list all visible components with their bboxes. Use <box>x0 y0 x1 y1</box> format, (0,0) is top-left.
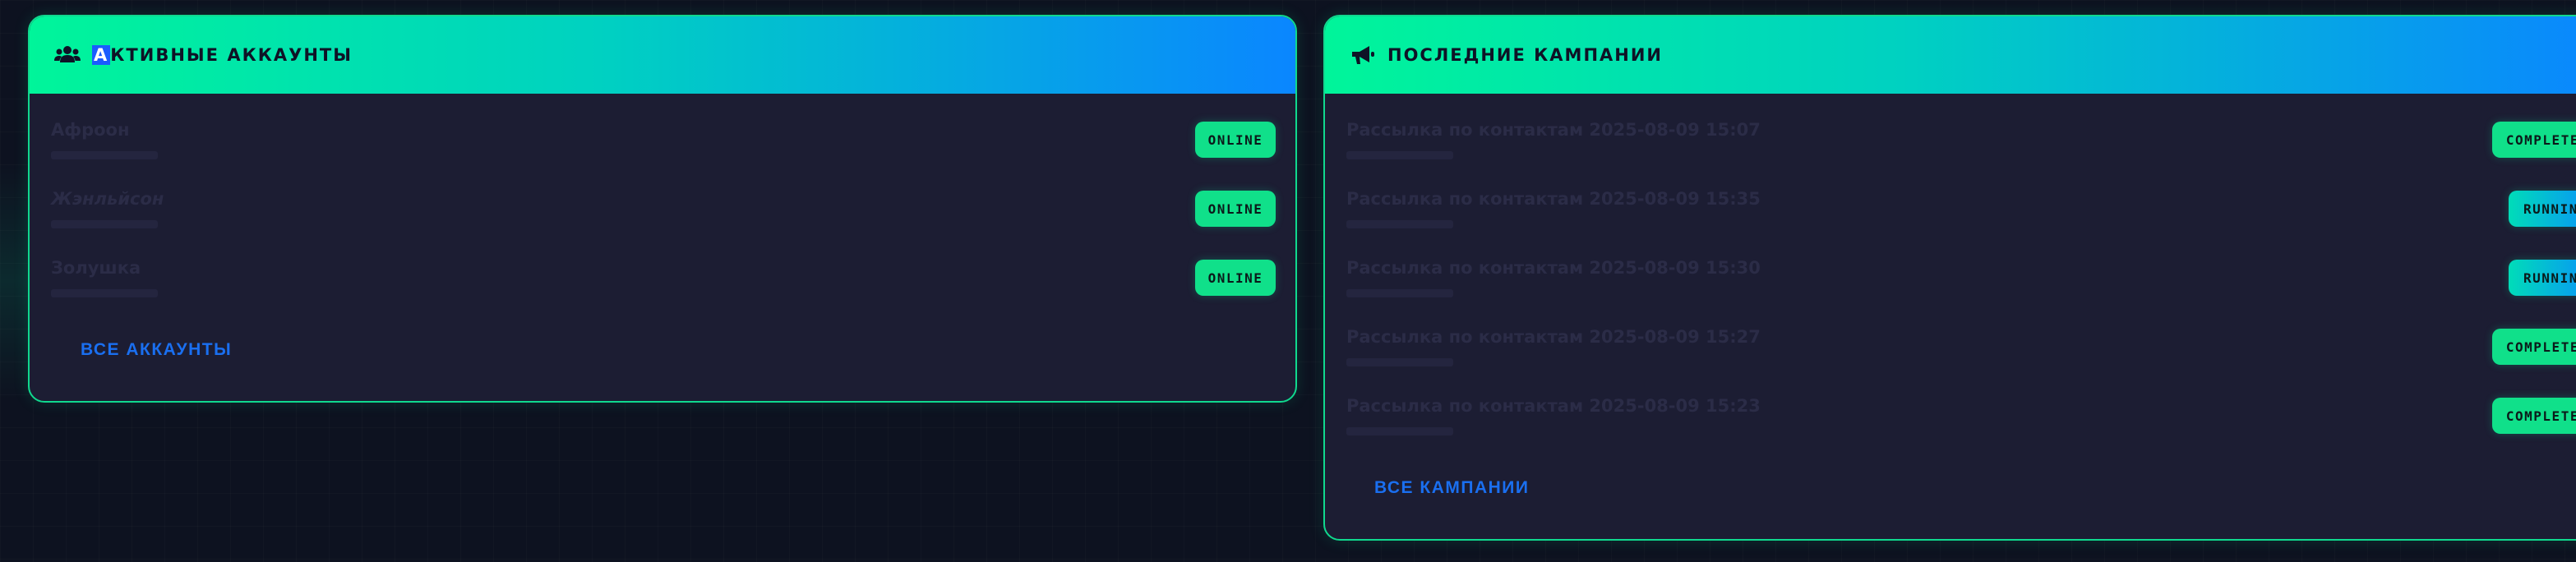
status-badge: COMPLETED <box>2492 398 2576 434</box>
status-badge: ONLINE <box>1195 122 1276 158</box>
account-name: Золушка <box>51 258 141 278</box>
list-item[interactable]: Рассылка по контактам 2025-08-09 15:30 R… <box>1325 242 2576 311</box>
campaign-name: Рассылка по контактам 2025-08-09 15:35 <box>1346 189 1761 209</box>
recent-campaigns-title: ПОСЛЕДНИЕ КАМПАНИИ <box>1387 45 1664 65</box>
account-name: Афроон <box>51 120 130 140</box>
list-item[interactable]: Рассылка по контактам 2025-08-09 15:35 R… <box>1325 173 2576 242</box>
status-badge: RUNNING <box>2509 191 2576 227</box>
list-item[interactable]: Рассылка по контактам 2025-08-09 15:23 C… <box>1325 380 2576 449</box>
all-campaigns-link[interactable]: ВСЕ КАМПАНИИ <box>1374 478 1529 498</box>
recent-campaigns-card: ПОСЛЕДНИЕ КАМПАНИИ Рассылка по контактам… <box>1323 15 2576 541</box>
campaign-subtext <box>1346 427 1453 435</box>
list-item[interactable]: Афроон ONLINE <box>30 104 1295 173</box>
campaign-name: Рассылка по контактам 2025-08-09 15:27 <box>1346 327 1761 347</box>
title-rest: КТИВНЫЕ АККАУНТЫ <box>110 45 353 65</box>
account-subtext <box>51 220 158 228</box>
status-badge: COMPLETED <box>2492 122 2576 158</box>
recent-campaigns-header: ПОСЛЕДНИЕ КАМПАНИИ <box>1325 16 2576 94</box>
campaign-subtext <box>1346 358 1453 366</box>
list-item[interactable]: Рассылка по контактам 2025-08-09 15:27 C… <box>1325 311 2576 380</box>
campaign-subtext <box>1346 151 1453 159</box>
list-item[interactable]: Жэнльйсон ONLINE <box>30 173 1295 242</box>
status-badge: ONLINE <box>1195 191 1276 227</box>
megaphone-icon <box>1352 46 1374 64</box>
users-icon <box>54 46 81 62</box>
campaign-name: Рассылка по контактам 2025-08-09 15:23 <box>1346 396 1761 416</box>
campaign-subtext <box>1346 220 1453 228</box>
active-accounts-title: АКТИВНЫЕ АККАУНТЫ <box>92 45 353 65</box>
campaign-name: Рассылка по контактам 2025-08-09 15:07 <box>1346 120 1761 140</box>
campaign-subtext <box>1346 289 1453 297</box>
title-selected-letter: А <box>92 45 111 65</box>
status-badge: RUNNING <box>2509 260 2576 296</box>
status-badge: ONLINE <box>1195 260 1276 296</box>
list-item[interactable]: Золушка ONLINE <box>30 242 1295 311</box>
status-badge: COMPLETED <box>2492 329 2576 365</box>
account-name: Жэнльйсон <box>51 189 164 209</box>
campaign-name: Рассылка по контактам 2025-08-09 15:30 <box>1346 258 1761 278</box>
list-item[interactable]: Рассылка по контактам 2025-08-09 15:07 C… <box>1325 104 2576 173</box>
accounts-list: Афроон ONLINE Жэнльйсон ONLINE Золушка O… <box>30 94 1295 311</box>
all-accounts-link[interactable]: ВСЕ АККАУНТЫ <box>81 340 232 360</box>
active-accounts-header: АКТИВНЫЕ АККАУНТЫ <box>30 16 1295 94</box>
account-subtext <box>51 151 158 159</box>
active-accounts-card: АКТИВНЫЕ АККАУНТЫ Афроон ONLINE Жэнльйсо… <box>28 15 1297 403</box>
account-subtext <box>51 289 158 297</box>
campaigns-list: Рассылка по контактам 2025-08-09 15:07 C… <box>1325 94 2576 449</box>
